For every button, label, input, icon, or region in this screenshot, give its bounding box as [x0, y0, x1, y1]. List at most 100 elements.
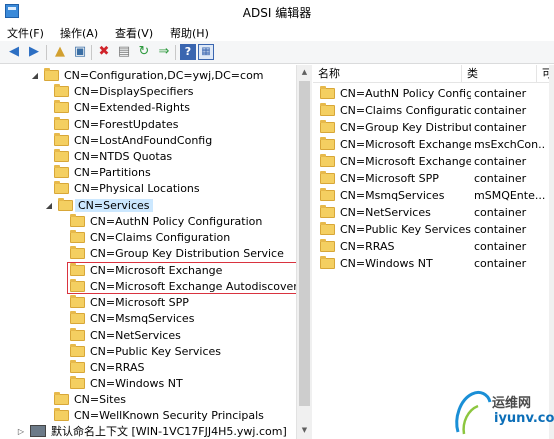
list-item[interactable]: CN=Windows NT container	[313, 255, 549, 272]
tree-node-label: CN=ForestUpdates	[74, 117, 179, 131]
menu-file[interactable]: 文件(F)	[7, 25, 44, 41]
forward-icon[interactable]: ▶	[26, 44, 42, 60]
list-item[interactable]: CN=Claims Configuration container	[313, 102, 549, 119]
export-icon[interactable]: ⇒	[156, 44, 172, 60]
tree-node[interactable]: CN=ForestUpdates	[54, 116, 178, 132]
back-icon[interactable]: ◀	[6, 44, 22, 60]
watermark-logo: 运维网 iyunv.com	[450, 380, 554, 439]
collapse-icon[interactable]: ◢	[44, 201, 54, 210]
list-item[interactable]: CN=Microsoft Exchange ...container	[313, 153, 549, 170]
tree-node[interactable]: CN=NTDS Quotas	[54, 148, 172, 164]
scroll-down-icon[interactable]: ▼	[297, 423, 312, 438]
list-item-name: CN=AuthN Policy Config...	[340, 87, 471, 100]
show-tree-icon[interactable]: ▣	[72, 44, 88, 60]
tree-node-label: CN=Sites	[74, 392, 126, 406]
folder-icon	[320, 222, 335, 235]
folder-icon	[320, 137, 335, 150]
tree-node-label: CN=Partitions	[74, 165, 151, 179]
folder-icon	[320, 256, 335, 269]
tree-node-label: CN=WellKnown Security Principals	[74, 408, 264, 422]
tree-node-label: CN=Configuration,DC=ywj,DC=com	[64, 68, 264, 82]
folder-icon	[54, 164, 69, 178]
properties-icon[interactable]: ▤	[116, 44, 132, 60]
up-folder-icon[interactable]: ▲	[52, 44, 68, 60]
tree-scrollbar[interactable]: ▲ ▼	[296, 65, 312, 439]
list-item[interactable]: CN=Group Key Distributi...container	[313, 119, 549, 136]
watermark-url: iyunv.com	[494, 411, 554, 426]
tree-node[interactable]: CN=Public Key Services	[70, 343, 221, 359]
list-item-name: CN=Microsoft Exchange	[340, 138, 471, 151]
scrollbar-thumb[interactable]	[299, 81, 310, 406]
list-item-type: container	[474, 87, 527, 100]
tree-node[interactable]: CN=Physical Locations	[54, 180, 200, 196]
list-item[interactable]: CN=Microsoft Exchange msExchCon...	[313, 136, 549, 153]
tree-node-label: CN=Windows NT	[90, 376, 183, 390]
folder-icon	[320, 86, 335, 99]
list-item[interactable]: CN=NetServices container	[313, 204, 549, 221]
tree-node[interactable]: CN=Windows NT	[70, 375, 183, 391]
tree-node[interactable]: CN=Extended-Rights	[54, 99, 190, 115]
list-item-type: container	[474, 121, 527, 134]
column-header-class[interactable]: 类	[462, 65, 537, 83]
column-header-name[interactable]: 名称	[313, 65, 462, 83]
tree-node[interactable]: CN=Claims Configuration	[70, 229, 230, 245]
tree-node[interactable]: CN=AuthN Policy Configuration	[70, 213, 262, 229]
tree-node[interactable]: CN=Microsoft SPP	[70, 294, 189, 310]
menu-view[interactable]: 查看(V)	[115, 25, 153, 41]
folder-icon	[70, 375, 85, 389]
collapse-icon[interactable]: ◢	[30, 71, 40, 80]
scroll-up-icon[interactable]: ▲	[297, 65, 312, 80]
folder-icon	[70, 359, 85, 373]
tree-node-label: CN=DisplaySpecifiers	[74, 84, 194, 98]
list-item-type: container	[474, 206, 527, 219]
tree-node[interactable]: CN=WellKnown Security Principals	[54, 407, 264, 423]
list-item[interactable]: CN=Microsoft SPP container	[313, 170, 549, 187]
folder-icon	[320, 120, 335, 133]
tree-node-services[interactable]: ◢ CN=Services	[44, 197, 153, 213]
folder-icon	[44, 67, 59, 81]
folder-icon	[320, 171, 335, 184]
tree-node[interactable]: CN=MsmqServices	[70, 310, 194, 326]
help-icon[interactable]: ?	[180, 44, 196, 60]
tree-node[interactable]: CN=DisplaySpecifiers	[54, 83, 193, 99]
list-item-type: container	[474, 172, 527, 185]
folder-icon	[320, 103, 335, 116]
title-bar: ADSI 编辑器	[0, 0, 554, 23]
list-item[interactable]: CN=MsmqServices mSMQEnte...	[313, 187, 549, 204]
menu-bar: 文件(F) 操作(A) 查看(V) 帮助(H)	[0, 23, 554, 41]
refresh-icon[interactable]: ↻	[136, 44, 152, 60]
list-item[interactable]: CN=AuthN Policy Config... container	[313, 85, 549, 102]
tree-node[interactable]: CN=Partitions	[54, 164, 151, 180]
list-item-name: CN=Public Key Services	[340, 223, 471, 236]
tree-node[interactable]: CN=Group Key Distribution Service	[70, 245, 284, 261]
folder-icon	[54, 83, 69, 97]
list-item-name: CN=Group Key Distributi...	[340, 121, 471, 134]
folder-icon	[54, 99, 69, 113]
folder-icon	[54, 116, 69, 130]
window-title: ADSI 编辑器	[242, 6, 312, 20]
tree-node[interactable]: CN=RRAS	[70, 359, 144, 375]
delete-icon[interactable]: ✖	[96, 44, 112, 60]
tree-node-label: CN=Public Key Services	[90, 344, 222, 358]
tree-pane[interactable]: ◢ CN=Configuration,DC=ywj,DC=com CN=Disp…	[0, 65, 312, 439]
tree-node-configuration[interactable]: ◢ CN=Configuration,DC=ywj,DC=com	[30, 67, 264, 83]
menu-help[interactable]: 帮助(H)	[170, 25, 209, 41]
folder-icon	[70, 213, 85, 227]
expand-icon[interactable]: ▷	[16, 427, 26, 436]
list-item[interactable]: CN=Public Key Services container	[313, 221, 549, 238]
tree-node-label: CN=RRAS	[90, 360, 145, 374]
list-item[interactable]: CN=RRAS container	[313, 238, 549, 255]
list-item-name: CN=MsmqServices	[340, 189, 445, 202]
highlight-annotation-box	[67, 262, 297, 294]
list-item-type: container	[474, 223, 527, 236]
list-item-name: CN=NetServices	[340, 206, 431, 219]
window-icon[interactable]: ▦	[198, 44, 214, 60]
tree-node[interactable]: CN=LostAndFoundConfig	[54, 132, 212, 148]
tree-node-label: CN=NTDS Quotas	[74, 149, 173, 163]
menu-action[interactable]: 操作(A)	[60, 25, 98, 41]
tree-node-label: CN=Claims Configuration	[90, 230, 231, 244]
tree-node[interactable]: CN=NetServices	[70, 327, 181, 343]
tree-node-default-context[interactable]: ▷ 默认命名上下文 [WIN-1VC17FJJ4H5.ywj.com]	[16, 423, 287, 439]
tree-node[interactable]: CN=Sites	[54, 391, 126, 407]
watermark-swirl-icon	[455, 390, 492, 435]
